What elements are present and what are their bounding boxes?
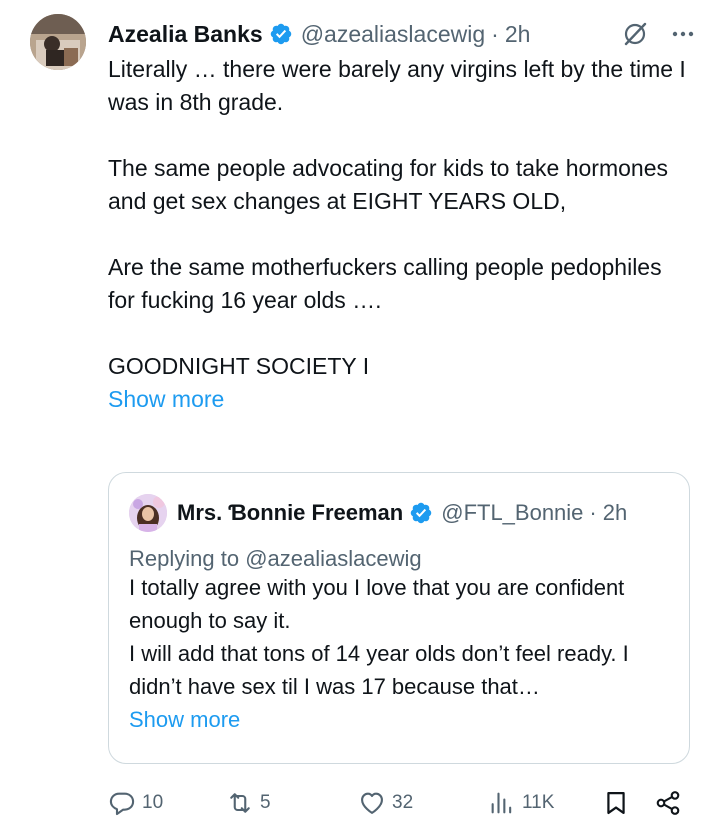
reply-button[interactable]: 10 [108,786,163,820]
like-button[interactable]: 32 [358,786,413,820]
author-avatar[interactable] [30,14,86,70]
header-separator: · [491,20,499,47]
more-icon[interactable] [670,21,696,47]
tweet-paragraph-4: GOODNIGHT SOCIETY I [108,353,370,379]
quote-author-avatar[interactable] [129,494,167,532]
views-count: 11K [522,792,555,813]
grok-icon[interactable] [622,21,648,47]
repost-count: 5 [260,792,271,813]
quote-line-1: I totally agree with you I love that you… [129,575,625,633]
quote-author-handle[interactable]: @FTL_Bonnie [441,500,583,526]
views-icon [491,792,512,814]
verified-badge-icon [410,502,432,524]
author-handle[interactable]: @azealiaslacewig [301,21,485,48]
reply-count: 10 [142,792,164,813]
tweet-paragraph-1: Literally … there were barely any virgin… [108,56,686,115]
like-icon [361,792,383,814]
tweet-paragraph-2: The same people advocating for kids to t… [108,155,668,214]
quote-header: Mrs. Ɓonnie Freeman @FTL_Bonnie · 2h [129,494,673,532]
action-bar: 10 5 32 11K [108,786,700,820]
quote-line-2: I will add that tons of 14 year olds don… [129,641,629,699]
quote-time[interactable]: 2h [603,500,627,526]
share-icon [656,791,680,815]
tweet-header: Azealia Banks @azealiaslacewig · 2h [108,18,696,50]
like-count: 32 [392,792,414,813]
repost-icon [230,793,250,813]
reply-icon [109,792,135,816]
tweet-time[interactable]: 2h [505,21,531,48]
bookmark-button[interactable] [602,786,630,820]
tweet-paragraph-3: Are the same motherfuckers calling peopl… [108,254,662,313]
author-name[interactable]: Azealia Banks [108,21,263,48]
quoted-tweet[interactable]: Mrs. Ɓonnie Freeman @FTL_Bonnie · 2h Rep… [108,472,690,764]
quote-text: I totally agree with you I love that you… [129,571,677,736]
quote-author-name[interactable]: Mrs. Ɓonnie Freeman [177,500,403,526]
views-button[interactable]: 11K [488,786,554,820]
share-button[interactable] [654,786,682,820]
bookmark-icon [607,791,625,815]
replying-to-mention[interactable]: @azealiaslacewig [245,546,421,571]
quote-separator: · [589,500,597,525]
quote-show-more-link[interactable]: Show more [129,703,677,736]
show-more-link[interactable]: Show more [108,383,688,416]
repost-button[interactable]: 5 [226,786,271,820]
verified-badge-icon [270,23,291,45]
tweet-text: Literally … there were barely any virgin… [108,53,688,416]
replying-prefix: Replying to [129,546,246,571]
